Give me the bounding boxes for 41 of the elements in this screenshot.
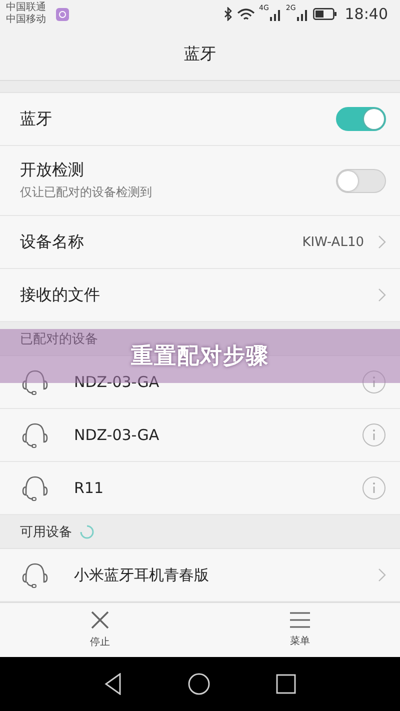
headset-icon (20, 368, 50, 396)
device-name: 小米蓝牙耳机青春版 (74, 566, 210, 584)
setting-label: 开放检测 (20, 160, 85, 181)
toggle-switch[interactable] (336, 168, 386, 192)
page-title: 蓝牙 (184, 44, 216, 64)
battery-icon (312, 8, 337, 20)
headset-icon (20, 474, 50, 502)
bluetooth-icon (224, 7, 233, 21)
chevron-right-icon (378, 235, 386, 249)
setting-label: 设备名称 (20, 232, 85, 252)
action-button[interactable]: 停止 (0, 603, 200, 657)
info-icon[interactable] (362, 423, 386, 447)
action-button[interactable]: 菜单 (200, 603, 400, 657)
loading-spinner-icon (80, 524, 94, 538)
setting-label: 接收的文件 (20, 284, 101, 306)
info-icon[interactable] (362, 370, 386, 394)
close-icon (91, 611, 109, 629)
app-notification-icon (56, 8, 69, 20)
device-name: R11 (74, 479, 105, 497)
toggle-switch[interactable] (336, 107, 386, 131)
wifi-icon (236, 8, 255, 20)
setting-description: 仅让已配对的设备检测到 (20, 184, 153, 201)
setting-label: 蓝牙 (20, 108, 53, 130)
setting-value: KIW-AL10 (302, 234, 364, 250)
home-icon[interactable] (188, 673, 210, 695)
recents-icon[interactable] (276, 674, 296, 694)
chevron-right-icon (378, 568, 386, 582)
chevron-right-icon (378, 288, 386, 302)
signal-icon (296, 8, 309, 20)
carrier-name: 中国联通 (6, 2, 46, 14)
section-header: 已配对的设备 (20, 330, 98, 348)
info-icon[interactable] (362, 476, 386, 500)
section-header: 可用设备 (20, 524, 72, 540)
headset-icon (20, 561, 50, 589)
menu-icon (290, 612, 310, 628)
headset-icon (20, 421, 50, 449)
device-name: NDZ-03-GA (74, 426, 160, 444)
signal-icon (270, 8, 282, 20)
carrier-name: 中国移动 (6, 14, 46, 26)
clock-time: 18:40 (344, 5, 388, 23)
back-icon[interactable] (104, 673, 122, 695)
